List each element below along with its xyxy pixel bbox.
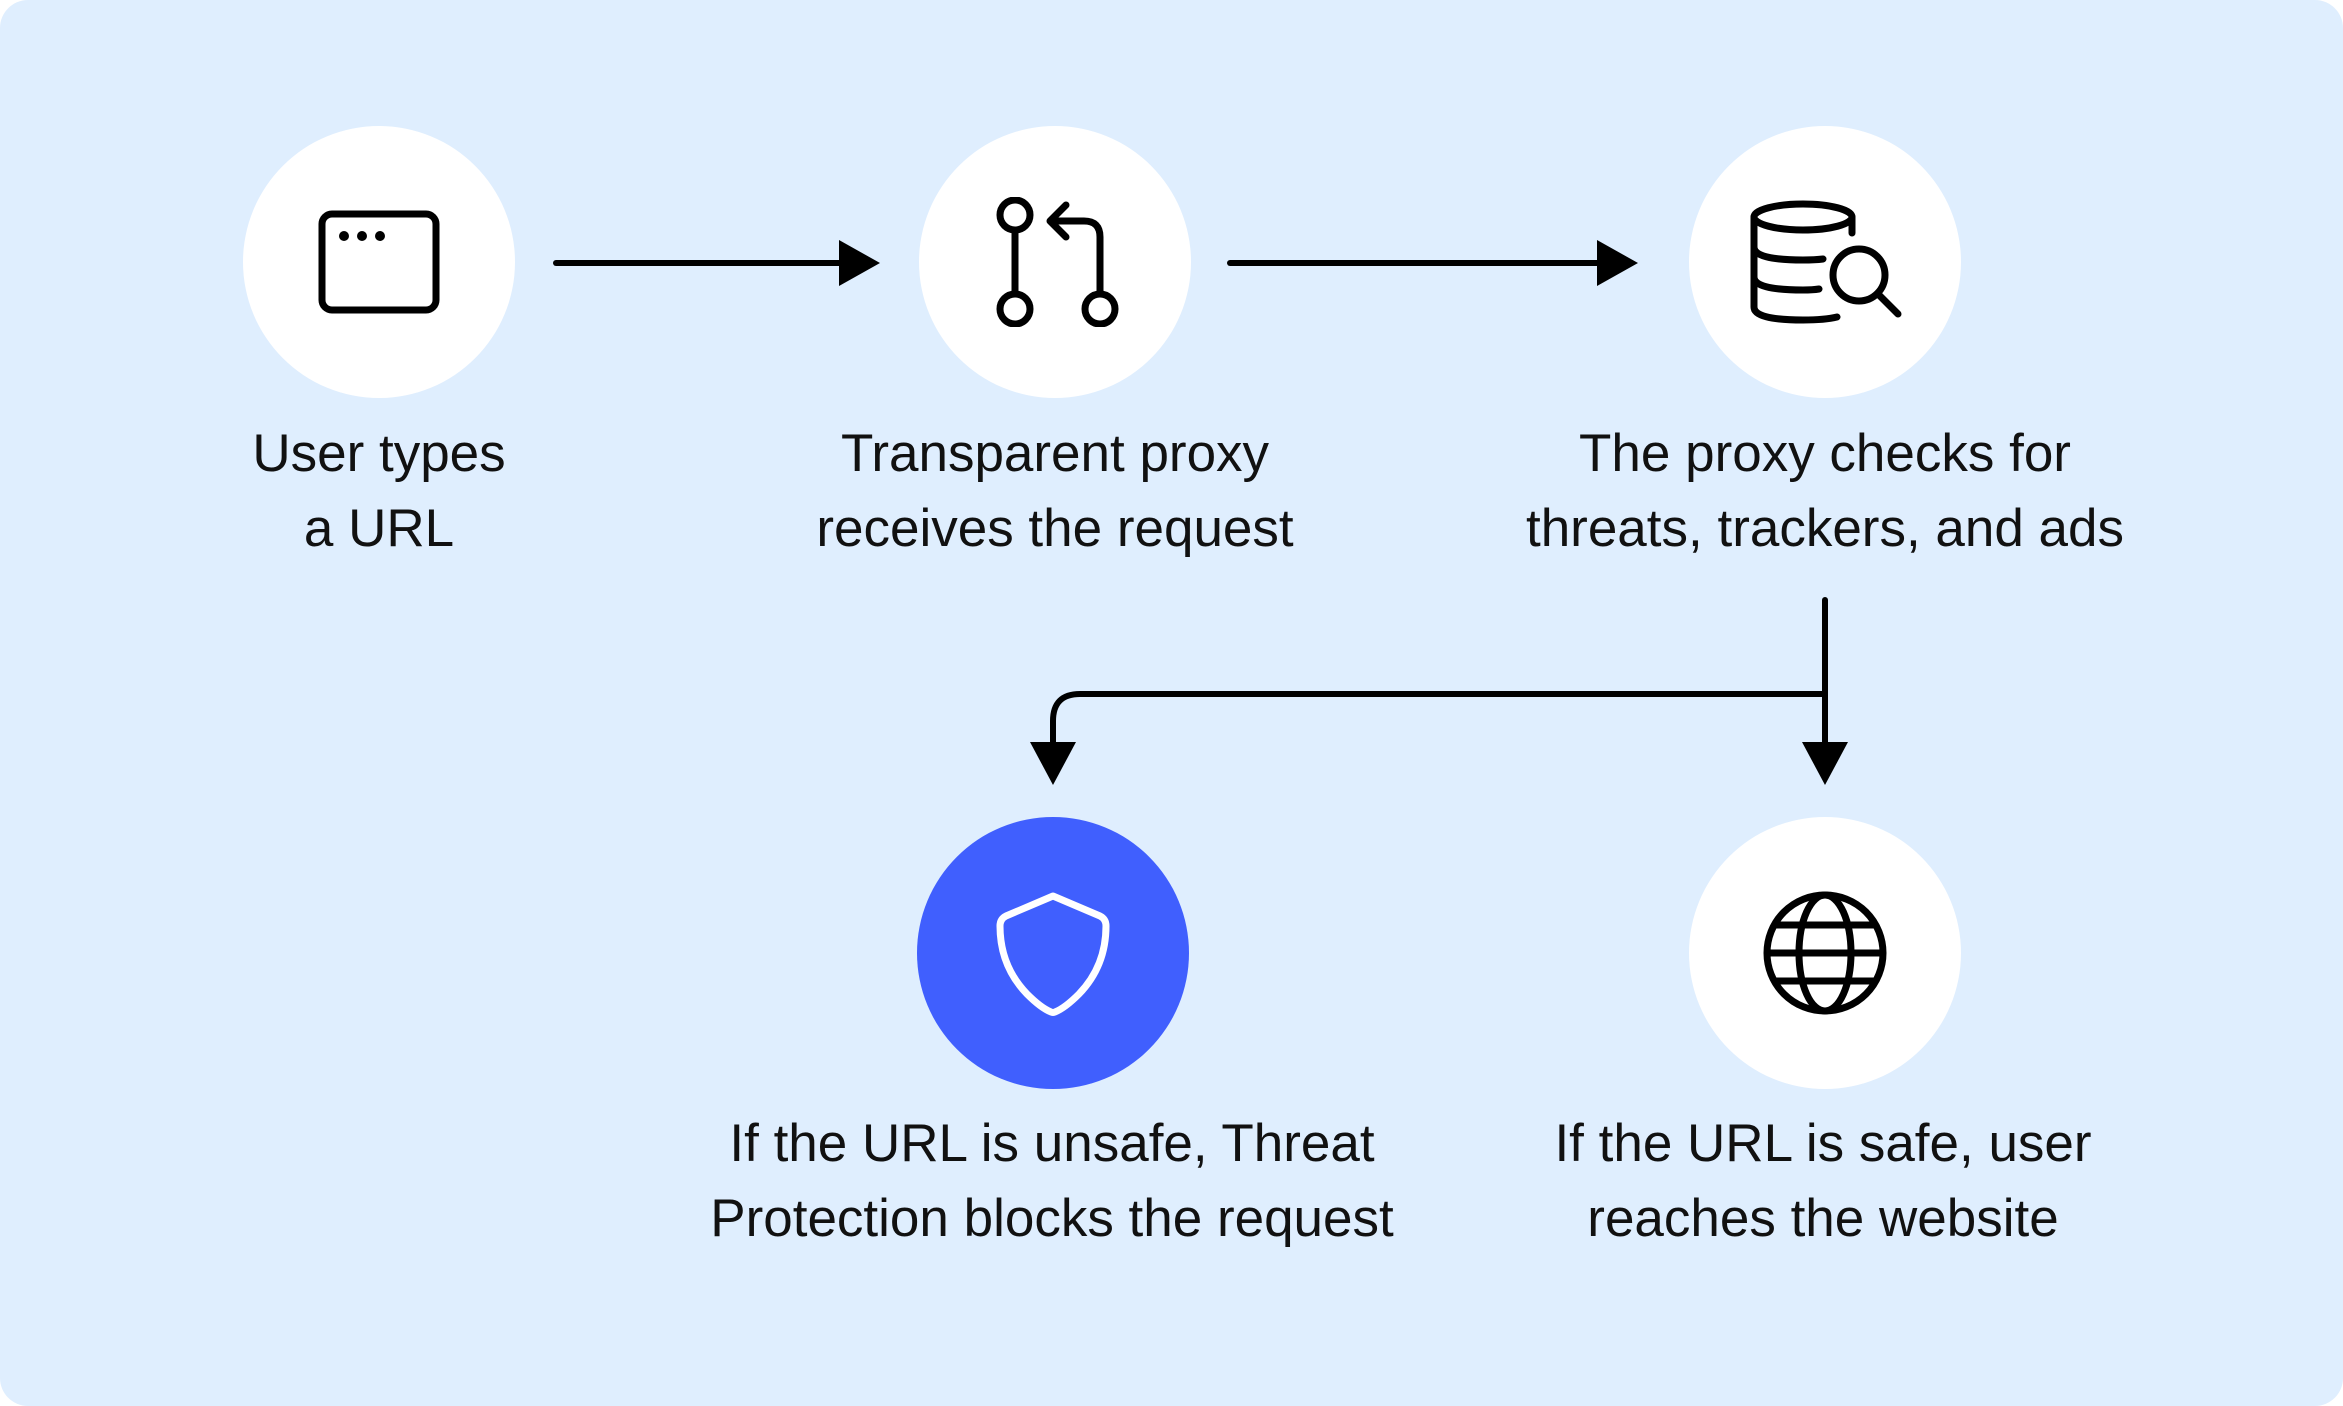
step-label-transparent-proxy: Transparent proxy receives the request: [655, 416, 1455, 566]
arrow-user-to-proxy: [553, 240, 880, 286]
step-node-transparent-proxy: [919, 126, 1191, 398]
globe-icon: [1761, 889, 1889, 1017]
step-label-proxy-checks: The proxy checks for threats, trackers, …: [1425, 416, 2225, 566]
database-search-icon: [1745, 197, 1905, 327]
step-node-user-reaches-website: [1689, 817, 1961, 1089]
step-node-user-types-url: [243, 126, 515, 398]
step-label-line: Protection blocks the request: [710, 1189, 1394, 1248]
browser-window-icon: [314, 206, 444, 318]
step-label-user-reaches-website: If the URL is safe, user reaches the web…: [1423, 1106, 2223, 1256]
step-label-threat-protection-blocks: If the URL is unsafe, Threat Protection …: [652, 1106, 1452, 1256]
arrow-proxy-to-check: [1227, 240, 1638, 286]
step-label-line: reaches the website: [1587, 1189, 2059, 1248]
step-label-line: receives the request: [816, 499, 1294, 558]
step-node-proxy-checks: [1689, 126, 1961, 398]
step-label-line: threats, trackers, and ads: [1525, 499, 2124, 558]
step-label-line: If the URL is unsafe, Threat: [729, 1114, 1375, 1173]
step-label-line: Transparent proxy: [840, 424, 1270, 483]
step-label-line: If the URL is safe, user: [1554, 1114, 2092, 1173]
arrow-check-to-branches: [1030, 597, 1848, 785]
step-label-line: The proxy checks for: [1579, 424, 2071, 483]
shield-icon: [993, 888, 1113, 1018]
pull-request-icon: [990, 197, 1120, 327]
step-node-threat-protection-blocks: [917, 817, 1189, 1089]
diagram-panel: User types a URL Transparent proxy recei…: [0, 0, 2343, 1406]
